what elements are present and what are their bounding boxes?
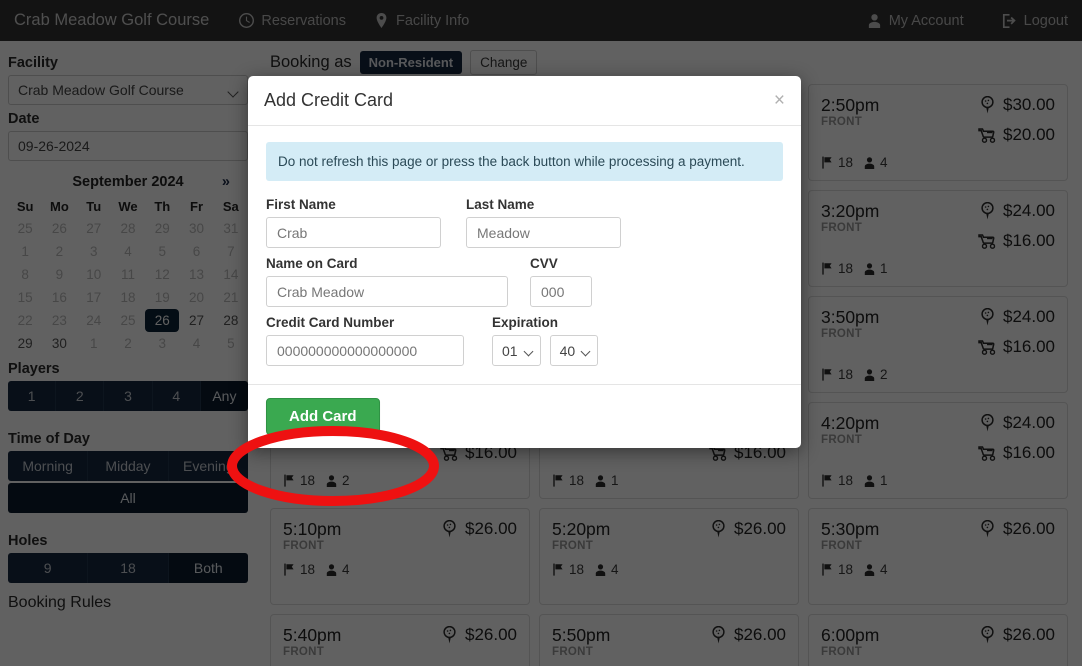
close-icon[interactable]: × [774, 91, 785, 110]
last-name-group: Last Name Meadow [466, 197, 621, 248]
card-number-input[interactable]: 000000000000000000 [266, 335, 464, 366]
app-root: Crab Meadow Golf Course Reservations Fac… [0, 0, 1082, 666]
last-name-value: Meadow [477, 224, 530, 241]
add-credit-card-modal: Add Credit Card × Do not refresh this pa… [248, 76, 801, 448]
last-name-input[interactable]: Meadow [466, 217, 621, 248]
payment-warning-alert: Do not refresh this page or press the ba… [266, 142, 783, 181]
expiration-year-value: 40 [559, 342, 576, 359]
cvv-group: CVV 000 [530, 256, 592, 307]
expiration-group: Expiration 01 40 [492, 315, 599, 366]
modal-title: Add Credit Card [264, 90, 394, 110]
name-on-card-label: Name on Card [266, 256, 358, 271]
card-number-group: Credit Card Number 000000000000000000 [266, 315, 464, 366]
expiration-month-value: 01 [502, 342, 518, 359]
cvv-label: CVV [530, 256, 558, 271]
card-number-label: Credit Card Number [266, 315, 395, 330]
modal-header: Add Credit Card × [248, 76, 801, 126]
first-name-label: First Name [266, 197, 336, 212]
name-on-card-group: Name on Card Crab Meadow [266, 256, 508, 307]
first-name-group: First Name Crab [266, 197, 441, 248]
expiration-month-select[interactable]: 01 [492, 335, 541, 366]
modal-body: Do not refresh this page or press the ba… [248, 126, 801, 384]
cvv-input[interactable]: 000 [530, 276, 592, 307]
add-card-button[interactable]: Add Card [266, 398, 380, 435]
first-name-input[interactable]: Crab [266, 217, 441, 248]
name-on-card-input[interactable]: Crab Meadow [266, 276, 508, 307]
first-name-value: Crab [277, 224, 308, 241]
expiration-label: Expiration [492, 315, 559, 330]
last-name-label: Last Name [466, 197, 535, 212]
expiration-selects: 01 40 [492, 335, 599, 366]
expiration-year-select[interactable]: 40 [549, 335, 599, 366]
card-name-row: Name on Card Crab Meadow CVV 000 [266, 256, 783, 307]
name-row: First Name Crab Last Name Meadow [266, 197, 783, 248]
modal-footer: Add Card [248, 384, 801, 448]
name-on-card-value: Crab Meadow [277, 283, 365, 300]
card-number-value: 000000000000000000 [277, 342, 418, 359]
card-number-row: Credit Card Number 000000000000000000 Ex… [266, 315, 783, 366]
cvv-value: 000 [541, 283, 565, 300]
